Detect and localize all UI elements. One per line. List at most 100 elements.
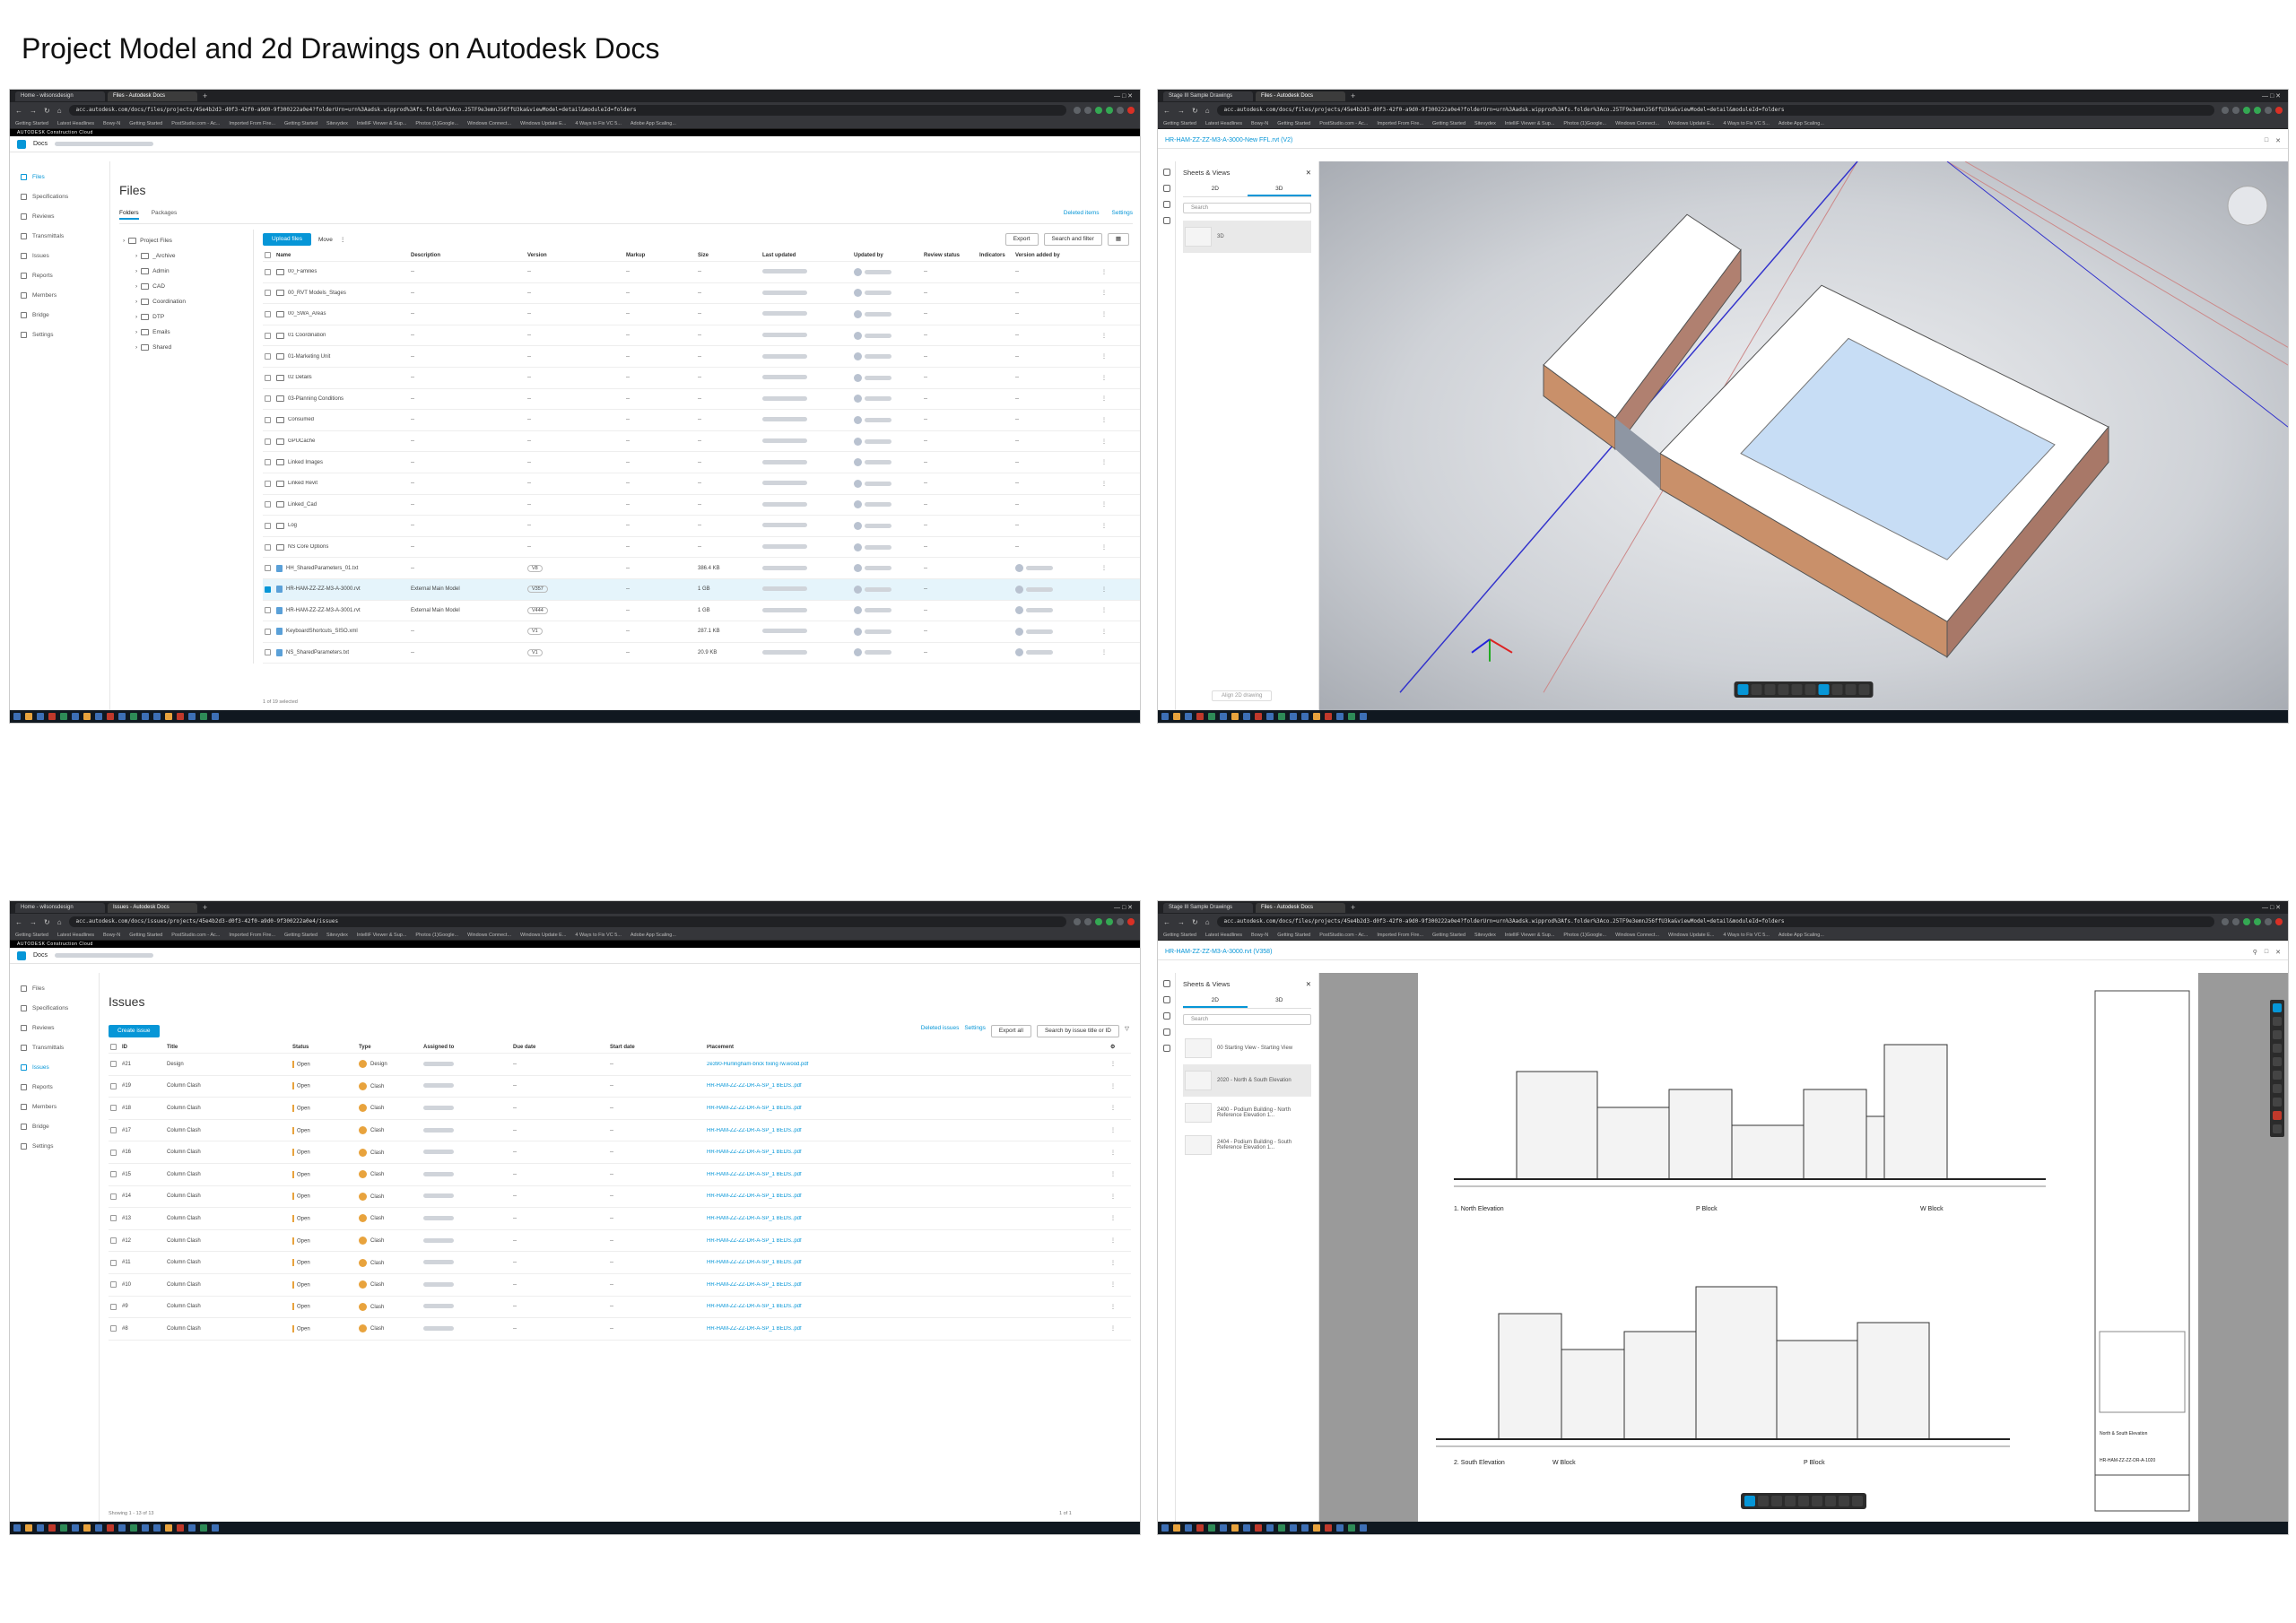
bookmark-link[interactable]: Photos (1)Google...	[1563, 121, 1606, 126]
compare-icon[interactable]	[1162, 217, 1170, 224]
table-row[interactable]: HR-HAM-ZZ-ZZ-M3-A-3001.rvt External Main …	[263, 601, 1140, 622]
nav-reviews[interactable]: Reviews	[10, 1018, 99, 1037]
issue-title[interactable]: Column Clash	[167, 1260, 292, 1265]
bookmark-link[interactable]: Getting Started	[1163, 933, 1196, 938]
row-more-icon[interactable]: ⋮	[1101, 586, 1112, 593]
move-button[interactable]: Move	[318, 237, 333, 243]
taskbar-app-icon[interactable]	[1161, 713, 1169, 720]
taskbar-app-icon[interactable]	[1336, 1524, 1344, 1532]
version-badge[interactable]: --	[527, 523, 531, 528]
taskbar-app-icon[interactable]	[1266, 713, 1274, 720]
window-controls[interactable]: — □ ✕	[1114, 92, 1140, 100]
taskbar-app-icon[interactable]	[1231, 713, 1239, 720]
version-badge[interactable]: --	[527, 291, 531, 296]
nav-bridge[interactable]: Bridge	[10, 305, 109, 325]
table-row[interactable]: #12 Column Clash Open Clash -- -- HR-HAM-ZZ-ZZ…	[109, 1230, 1131, 1253]
version-badge[interactable]: V1	[527, 628, 543, 636]
file-name[interactable]: KeyboardShortcuts_SISO.xml	[286, 629, 358, 634]
bookmark-link[interactable]: Getting Started	[1432, 933, 1465, 938]
extensions[interactable]	[2222, 107, 2283, 114]
taskbar-app-icon[interactable]	[188, 713, 196, 720]
row-checkbox[interactable]	[265, 416, 271, 423]
taskbar-app-icon[interactable]	[1243, 713, 1250, 720]
row-checkbox[interactable]	[110, 1061, 117, 1068]
version-cell[interactable]: --	[527, 544, 626, 550]
file-name-cell[interactable]: HR-HAM-ZZ-ZZ-M3-A-3000.rvt	[276, 586, 411, 594]
table-row[interactable]: KeyboardShortcuts_SISO.xml -- V1 -- 287.1 KB…	[263, 621, 1140, 643]
file-name[interactable]: 00_Families	[288, 269, 317, 274]
file-name-cell[interactable]: KeyboardShortcuts_SISO.xml	[276, 628, 411, 636]
version-cell[interactable]: --	[527, 481, 626, 486]
bookmark-link[interactable]: Bowy-N	[1251, 121, 1268, 126]
row-more-icon[interactable]: ⋮	[1101, 565, 1112, 571]
create-issue-button[interactable]: Create issue	[109, 1025, 160, 1037]
row-more-icon[interactable]: ⋮	[1101, 459, 1112, 465]
version-cell[interactable]: V8	[527, 564, 626, 572]
bookmark-link[interactable]: Getting Started	[15, 121, 48, 126]
table-row[interactable]: #9 Column Clash Open Clash -- -- HR-HAM-ZZ-ZZ-…	[109, 1297, 1131, 1319]
nav-files[interactable]: Files	[10, 978, 99, 998]
bookmark-link[interactable]: Sitevydex	[326, 933, 348, 938]
stamp-icon[interactable]	[2273, 1098, 2282, 1107]
bookmark-link[interactable]: 4 Ways to Fix VC 5...	[1723, 121, 1769, 126]
table-row[interactable]: #21 Design Open Design -- -- 2e390-Hurlingham-…	[109, 1054, 1131, 1076]
file-name[interactable]: NS Core Options	[288, 544, 328, 550]
version-badge[interactable]: --	[527, 438, 531, 444]
version-cell[interactable]: --	[527, 502, 626, 508]
placement-link[interactable]: HR-HAM-ZZ-ZZ-DR-A-SP_1 BEDS..pdf	[707, 1282, 1110, 1288]
tab-2d[interactable]: 2D	[1183, 997, 1248, 1008]
pan-icon[interactable]	[1751, 684, 1762, 695]
select-icon[interactable]	[2273, 1003, 2282, 1012]
export-all-button[interactable]: Export all	[990, 1025, 1031, 1037]
version-badge[interactable]: --	[527, 544, 531, 550]
bookmark-link[interactable]: Windows Update E...	[520, 933, 566, 938]
placement-link[interactable]: HR-HAM-ZZ-ZZ-DR-A-SP_1 BEDS..pdf	[707, 1304, 1110, 1309]
taskbar-app-icon[interactable]	[165, 1524, 172, 1532]
model-file-label[interactable]: HR-HAM-ZZ-ZZ-M3-A-3000-New FFL.rvt (V2)	[1165, 137, 1292, 143]
table-row[interactable]: Consumed -- -- -- -- -- -- ⋮	[263, 410, 1140, 431]
table-row[interactable]: #11 Column Clash Open Clash -- -- HR-HAM-ZZ-ZZ…	[109, 1252, 1131, 1274]
taskbar-app-icon[interactable]	[177, 1524, 184, 1532]
layers-icon[interactable]	[1162, 185, 1170, 192]
row-more-icon[interactable]: ⋮	[1110, 1171, 1121, 1177]
placement-link[interactable]: HR-HAM-ZZ-ZZ-DR-A-SP_1 BEDS..pdf	[707, 1260, 1110, 1265]
taskbar-app-icon[interactable]	[1220, 1524, 1227, 1532]
view-item-3d[interactable]: 3D	[1183, 221, 1311, 253]
file-name-cell[interactable]: 00_Families	[276, 268, 411, 275]
file-name-cell[interactable]: 00_RVT Models_Stages	[276, 290, 411, 297]
issue-title[interactable]: Column Clash	[167, 1106, 292, 1111]
pan-icon[interactable]	[1744, 1496, 1755, 1506]
bookmark-link[interactable]: Imported From Fire...	[229, 121, 275, 126]
bookmark-link[interactable]: Bowy-N	[103, 933, 120, 938]
sheet-item[interactable]: 2404 - Podium Building - South Reference…	[1183, 1129, 1311, 1161]
bookmark-link[interactable]: Photos (1)Google...	[1563, 933, 1606, 938]
column-header[interactable]: Description	[411, 253, 527, 258]
url-input[interactable]: acc.autodesk.com/docs/files/projects/45e…	[1216, 916, 2214, 927]
forward-icon[interactable]: →	[30, 918, 37, 926]
taskbar-app-icon[interactable]	[1348, 1524, 1355, 1532]
version-badge[interactable]: --	[527, 333, 531, 338]
shape-icon[interactable]	[2273, 1057, 2282, 1066]
bookmark-link[interactable]: Getting Started	[129, 121, 162, 126]
nav-members[interactable]: Members	[10, 285, 109, 305]
file-name-cell[interactable]: 00_SWA_Areas	[276, 310, 411, 317]
table-row[interactable]: Log -- -- -- -- -- -- ⋮	[263, 516, 1140, 537]
taskbar-app-icon[interactable]	[188, 1524, 196, 1532]
file-name[interactable]: HR-HAM-ZZ-ZZ-M3-A-3001.rvt	[286, 608, 361, 613]
row-checkbox[interactable]	[110, 1171, 117, 1178]
reload-icon[interactable]: ↻	[44, 107, 50, 115]
tab-packages[interactable]: Packages	[152, 210, 178, 220]
nav-specifications[interactable]: Specifications	[10, 187, 109, 206]
nav-members[interactable]: Members	[10, 1097, 99, 1116]
row-checkbox[interactable]	[110, 1303, 117, 1310]
column-header[interactable]: Type	[359, 1045, 423, 1050]
taskbar-app-icon[interactable]	[37, 1524, 44, 1532]
row-more-icon[interactable]: ⋮	[1101, 375, 1112, 381]
file-name[interactable]: HR-HAM-ZZ-ZZ-M3-A-3000.rvt	[286, 586, 361, 592]
taskbar-app-icon[interactable]	[13, 1524, 21, 1532]
row-more-icon[interactable]: ⋮	[1101, 649, 1112, 655]
taskbar-app-icon[interactable]	[72, 713, 79, 720]
issue-search-input[interactable]: Search by issue title or ID	[1036, 1025, 1119, 1037]
bookmark-link[interactable]: Latest Headlines	[1205, 933, 1242, 938]
version-badge[interactable]: --	[527, 417, 531, 422]
